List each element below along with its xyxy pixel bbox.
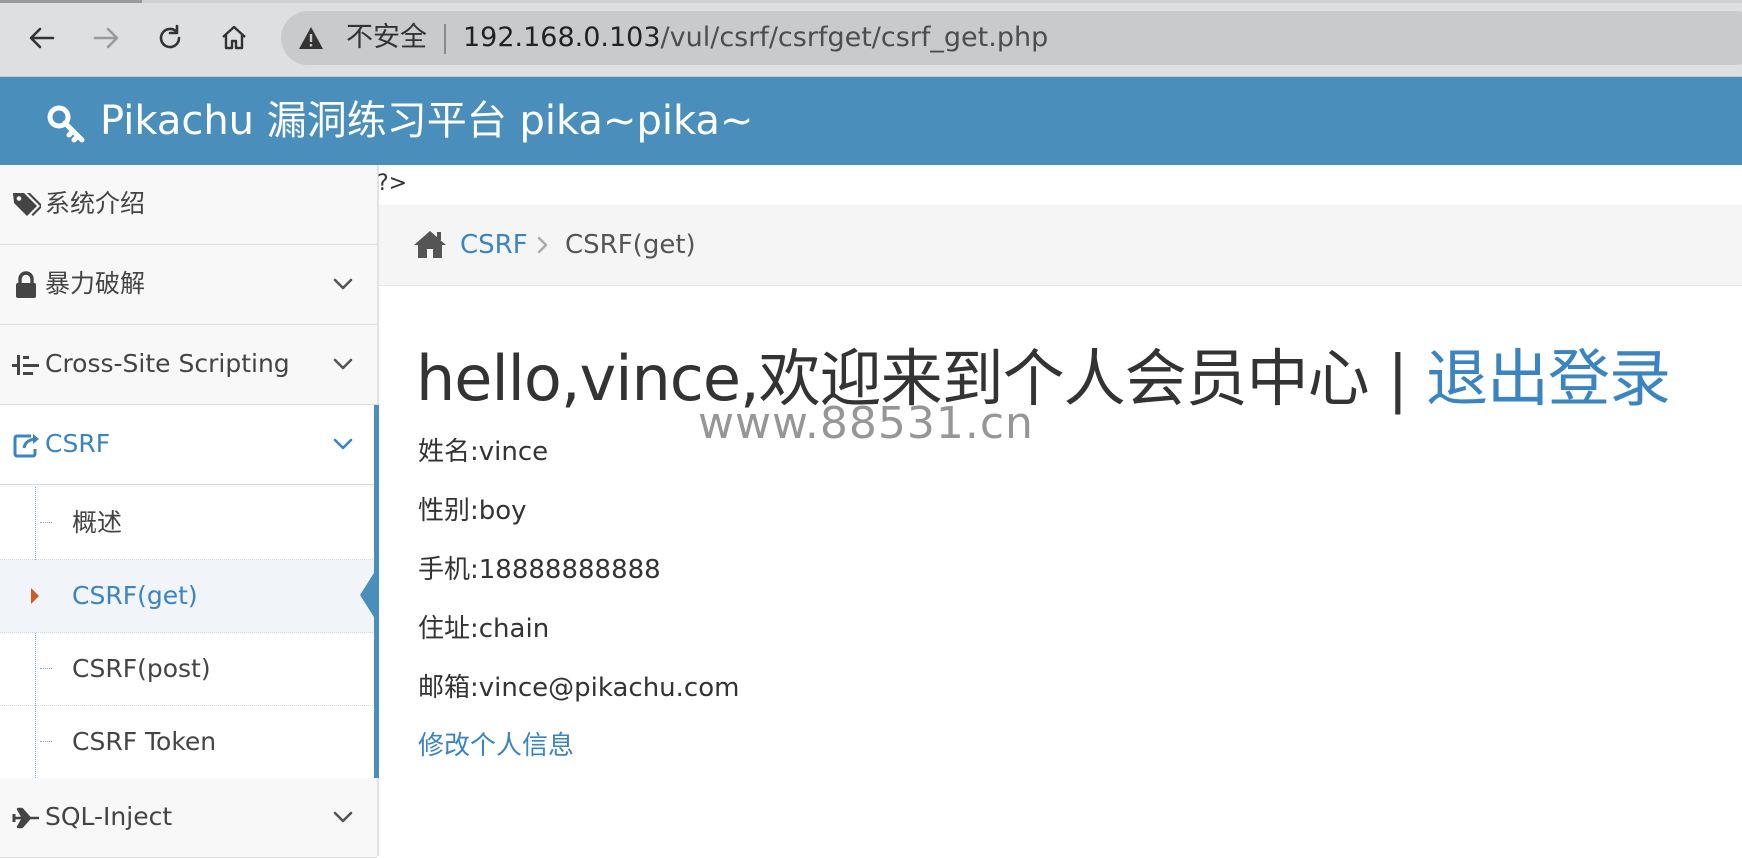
profile-name: 姓名:vince bbox=[418, 437, 549, 467]
submenu-item-csrf-token[interactable]: CSRF Token bbox=[0, 706, 377, 779]
url-path: /vul/csrf/csrfget/csrf_get.php bbox=[660, 22, 1049, 53]
tab-strip bbox=[0, 0, 1742, 3]
warning-icon bbox=[299, 27, 323, 49]
security-label[interactable]: 不安全 bbox=[346, 18, 427, 58]
submenu-item-overview[interactable]: 概述 bbox=[0, 487, 377, 560]
tags-icon bbox=[13, 193, 41, 216]
lock-icon bbox=[16, 271, 36, 298]
breadcrumb-current: CSRF(get) bbox=[565, 230, 696, 260]
reload-button[interactable] bbox=[150, 18, 190, 58]
arrow-left-icon bbox=[29, 27, 55, 49]
sidebar-item-csrf[interactable]: CSRF bbox=[0, 405, 377, 485]
chevron-right-icon bbox=[537, 236, 548, 254]
home-button[interactable] bbox=[214, 18, 254, 58]
chevron-down-icon bbox=[333, 358, 353, 370]
chevron-down-icon bbox=[333, 811, 353, 823]
profile-phone: 手机:18888888888 bbox=[418, 555, 661, 585]
sidebar-item-bruteforce[interactable]: 暴力破解 bbox=[0, 245, 377, 325]
sidebar-item-label: CSRF bbox=[45, 429, 111, 458]
sidebar-item-xss[interactable]: Cross-Site Scripting bbox=[0, 325, 377, 405]
watermark: www.88531.cn bbox=[698, 398, 1034, 449]
edit-profile-link[interactable]: 修改个人信息 bbox=[418, 727, 574, 765]
sidebar-item-label: SQL-Inject bbox=[45, 802, 173, 831]
list-tree-icon bbox=[12, 355, 39, 375]
submenu-item-label: CSRF(get) bbox=[72, 581, 198, 610]
share-square-icon bbox=[13, 434, 39, 458]
active-tab-indicator bbox=[0, 0, 142, 3]
chevron-down-icon bbox=[333, 438, 353, 450]
logout-link[interactable]: 退出登录 bbox=[1426, 342, 1671, 415]
sidebar-item-label: 系统介绍 bbox=[45, 189, 146, 218]
plane-icon bbox=[12, 807, 39, 829]
reload-icon bbox=[159, 24, 181, 49]
submenu-item-csrf-post[interactable]: CSRF(post) bbox=[0, 633, 377, 706]
submenu-item-label: 概述 bbox=[72, 508, 123, 537]
chevron-down-icon bbox=[333, 278, 353, 290]
tree-dash bbox=[40, 668, 52, 669]
home-outline-icon bbox=[222, 25, 246, 50]
submenu-item-csrf-get[interactable]: CSRF(get) bbox=[0, 560, 377, 633]
submenu-item-label: CSRF Token bbox=[72, 727, 217, 756]
app-title[interactable]: Pikachu 漏洞练习平台 pika~pika~ bbox=[100, 95, 753, 147]
profile-gender: 性别:boy bbox=[418, 496, 527, 526]
sidebar-item-label: Cross-Site Scripting bbox=[45, 349, 290, 378]
key-icon bbox=[47, 105, 85, 143]
sidebar-item-intro[interactable]: 系统介绍 bbox=[0, 165, 377, 245]
profile-email: 邮箱:vince@pikachu.com bbox=[418, 673, 740, 703]
welcome-heading: hello,vince,欢迎来到个人会员中心 | 退出登录 bbox=[416, 338, 1671, 420]
url-host: 192.168.0.103 bbox=[463, 22, 661, 53]
address-divider bbox=[444, 24, 446, 54]
profile-address: 住址:chain bbox=[418, 614, 550, 644]
caret-right-icon bbox=[31, 588, 39, 604]
forward-button[interactable] bbox=[86, 18, 126, 58]
home-icon bbox=[414, 231, 446, 258]
url-text[interactable]: 192.168.0.103/vul/csrf/csrfget/csrf_get.… bbox=[463, 18, 1048, 58]
arrow-right-icon bbox=[93, 27, 119, 49]
tree-dash bbox=[40, 741, 52, 742]
sidebar-item-label: 暴力破解 bbox=[45, 269, 146, 298]
tree-dash bbox=[40, 522, 52, 523]
stray-php-text: ?> bbox=[377, 171, 408, 196]
breadcrumb-link-csrf[interactable]: CSRF bbox=[460, 226, 528, 264]
active-item-pointer bbox=[360, 565, 379, 625]
sidebar-item-sqli[interactable]: SQL-Inject bbox=[0, 778, 377, 858]
back-button[interactable] bbox=[22, 18, 62, 58]
submenu-item-label: CSRF(post) bbox=[72, 654, 211, 683]
